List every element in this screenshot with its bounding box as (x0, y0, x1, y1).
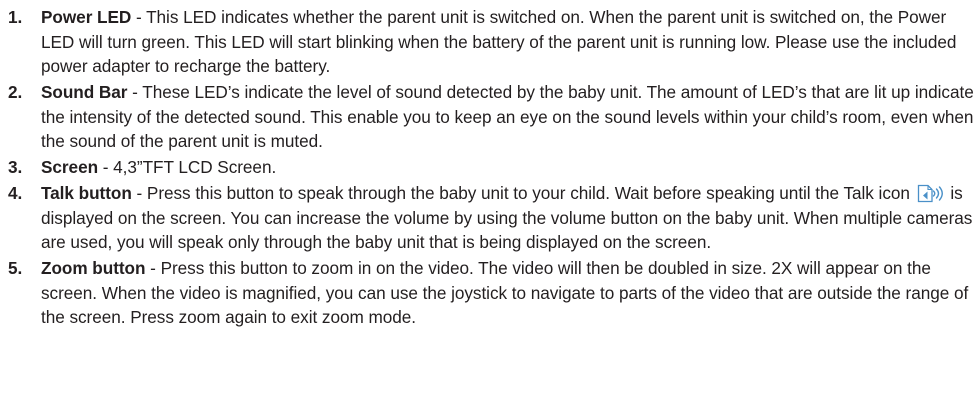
item-number: 4. (8, 183, 23, 203)
manual-page: 1. Power LED - This LED indicates whethe… (0, 0, 976, 411)
list-item-power-led: 1. Power LED - This LED indicates whethe… (8, 5, 976, 79)
item-number: 5. (8, 258, 23, 278)
item-term: Sound Bar (41, 82, 128, 102)
item-description-part-1: - Press this button to speak through the… (131, 183, 915, 203)
item-description: - This LED indicates whether the parent … (41, 7, 957, 76)
item-description: - 4,3”TFT LCD Screen. (98, 157, 277, 177)
item-description: - These LED’s indicate the level of soun… (41, 82, 974, 151)
list-item-sound-bar: 2. Sound Bar - These LED’s indicate the … (8, 80, 976, 154)
list-item-zoom-button: 5. Zoom button - Press this button to zo… (8, 256, 976, 330)
item-term: Screen (41, 157, 99, 177)
item-term: Talk button (41, 183, 132, 203)
item-description: - Press this button to zoom in on the vi… (41, 258, 969, 327)
item-number: 2. (8, 82, 23, 102)
list-item-screen: 3. Screen - 4,3”TFT LCD Screen. (8, 155, 976, 180)
talk-icon (916, 184, 945, 203)
item-term: Power LED (41, 7, 132, 27)
list-item-talk-button: 4. Talk button - Press this button to sp… (8, 181, 976, 255)
item-number: 3. (8, 157, 23, 177)
item-term: Zoom button (41, 258, 146, 278)
item-number: 1. (8, 7, 23, 27)
